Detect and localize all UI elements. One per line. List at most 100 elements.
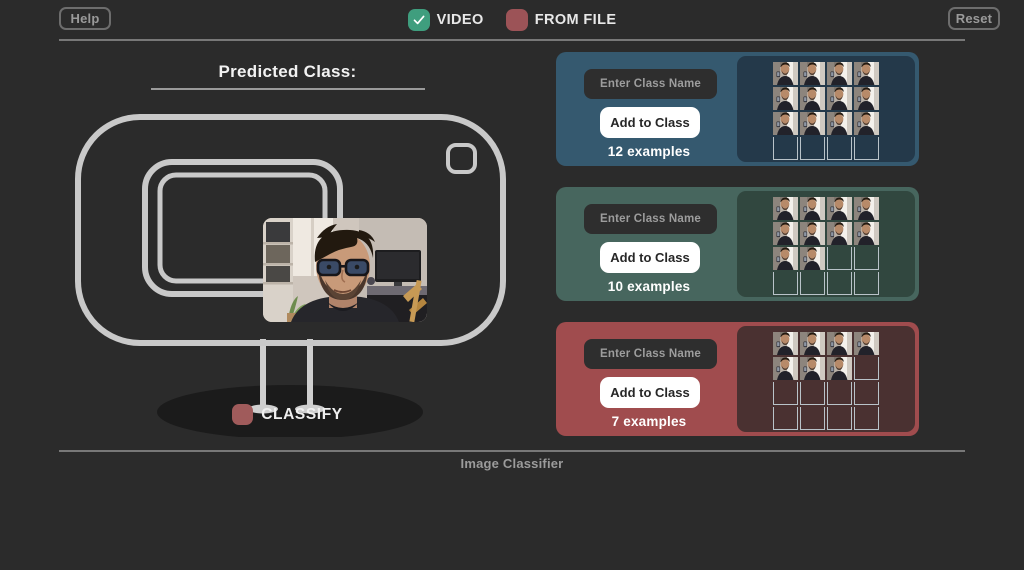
example-thumbnail[interactable] bbox=[827, 332, 852, 355]
example-thumbnail[interactable] bbox=[854, 222, 879, 245]
example-thumbnail-image bbox=[773, 62, 798, 85]
example-thumbnail[interactable] bbox=[800, 112, 825, 135]
webcam-frame bbox=[263, 218, 427, 322]
example-thumbnail[interactable] bbox=[773, 332, 798, 355]
example-thumbnail[interactable] bbox=[854, 197, 879, 220]
top-divider bbox=[59, 39, 965, 41]
example-thumbnail[interactable] bbox=[773, 247, 798, 270]
example-thumbnail-grid bbox=[773, 62, 879, 162]
class-controls: Enter Class Name Add to Class 12 examples bbox=[556, 52, 742, 166]
example-thumbnail[interactable] bbox=[800, 222, 825, 245]
example-empty-slot bbox=[800, 407, 825, 430]
example-thumbnail-image bbox=[854, 332, 879, 355]
predicted-class-divider bbox=[151, 88, 425, 90]
from-file-checkbox[interactable] bbox=[505, 9, 528, 31]
classify-button-label: CLASSIFY bbox=[261, 405, 343, 423]
example-empty-slot bbox=[773, 382, 798, 405]
example-empty-slot bbox=[827, 137, 852, 160]
example-thumbnail-image bbox=[773, 357, 798, 380]
example-empty-slot bbox=[800, 137, 825, 160]
class-panel: Enter Class Name Add to Class 10 examples bbox=[556, 187, 919, 301]
example-thumbnail[interactable] bbox=[800, 332, 825, 355]
example-thumbnail-image bbox=[800, 357, 825, 380]
example-thumbnail[interactable] bbox=[773, 357, 798, 380]
example-thumbnail[interactable] bbox=[854, 112, 879, 135]
example-empty-slot bbox=[827, 407, 852, 430]
example-thumbnail-image bbox=[854, 197, 879, 220]
webcam-preview[interactable] bbox=[263, 218, 427, 322]
example-thumbnail-image bbox=[827, 62, 852, 85]
example-thumbnail-image bbox=[800, 62, 825, 85]
example-thumbnail-image bbox=[854, 62, 879, 85]
mode-toggle-from-file[interactable]: FROM FILE bbox=[505, 9, 617, 31]
class-panel: Enter Class Name Add to Class 12 examples bbox=[556, 52, 919, 166]
class-name-input[interactable]: Enter Class Name bbox=[584, 69, 717, 99]
example-thumbnail-image bbox=[827, 87, 852, 110]
example-empty-slot bbox=[854, 137, 879, 160]
example-empty-slot bbox=[827, 382, 852, 405]
example-thumbnail[interactable] bbox=[773, 197, 798, 220]
reset-button[interactable]: Reset bbox=[948, 7, 1000, 30]
example-thumbnail[interactable] bbox=[854, 87, 879, 110]
check-icon bbox=[413, 15, 425, 25]
example-thumbnail[interactable] bbox=[854, 62, 879, 85]
example-thumbnail-image bbox=[773, 112, 798, 135]
example-thumbnail[interactable] bbox=[800, 357, 825, 380]
input-mode-group: VIDEO FROM FILE bbox=[0, 9, 1024, 31]
example-thumbnail[interactable] bbox=[800, 197, 825, 220]
class-controls: Enter Class Name Add to Class 7 examples bbox=[556, 322, 742, 436]
example-thumbnail[interactable] bbox=[773, 87, 798, 110]
classify-indicator-icon bbox=[232, 404, 254, 425]
example-thumbnails-container bbox=[737, 56, 915, 162]
example-thumbnail-image bbox=[773, 247, 798, 270]
example-thumbnail-image bbox=[773, 197, 798, 220]
example-thumbnails-container bbox=[737, 326, 915, 432]
example-thumbnail[interactable] bbox=[854, 332, 879, 355]
example-thumbnail[interactable] bbox=[800, 247, 825, 270]
machine-leg-right bbox=[307, 339, 313, 407]
classify-button[interactable]: CLASSIFY bbox=[60, 404, 515, 425]
machine-indicator-square bbox=[446, 143, 477, 174]
add-to-class-button[interactable]: Add to Class bbox=[600, 107, 700, 138]
example-empty-slot bbox=[854, 247, 879, 270]
top-toolbar: Help VIDEO FROM FILE Reset bbox=[0, 0, 1024, 40]
example-empty-slot bbox=[827, 247, 852, 270]
example-thumbnail-image bbox=[800, 222, 825, 245]
example-thumbnail[interactable] bbox=[773, 62, 798, 85]
example-thumbnail[interactable] bbox=[827, 222, 852, 245]
example-count-label: 7 examples bbox=[611, 414, 687, 429]
example-thumbnail[interactable] bbox=[827, 197, 852, 220]
example-count-label: 10 examples bbox=[607, 279, 691, 294]
mode-label-from-file: FROM FILE bbox=[534, 12, 617, 28]
example-thumbnail-image bbox=[854, 87, 879, 110]
footer-title: Image Classifier bbox=[460, 456, 564, 471]
example-thumbnail-image bbox=[800, 247, 825, 270]
example-thumbnail[interactable] bbox=[827, 112, 852, 135]
example-thumbnail[interactable] bbox=[800, 62, 825, 85]
example-thumbnail[interactable] bbox=[827, 357, 852, 380]
example-thumbnail-image bbox=[800, 197, 825, 220]
class-name-input[interactable]: Enter Class Name bbox=[584, 204, 717, 234]
example-empty-slot bbox=[773, 137, 798, 160]
example-thumbnail-image bbox=[827, 222, 852, 245]
example-empty-slot bbox=[773, 407, 798, 430]
mode-toggle-video[interactable]: VIDEO bbox=[407, 9, 484, 31]
example-empty-slot bbox=[827, 272, 852, 295]
example-thumbnail-grid bbox=[773, 197, 879, 297]
example-thumbnail-image bbox=[827, 197, 852, 220]
add-to-class-button[interactable]: Add to Class bbox=[600, 377, 700, 408]
example-thumbnail[interactable] bbox=[827, 87, 852, 110]
example-thumbnail-grid bbox=[773, 332, 879, 432]
example-empty-slot bbox=[773, 272, 798, 295]
example-thumbnail[interactable] bbox=[773, 112, 798, 135]
predicted-class-title: Predicted Class: bbox=[218, 62, 357, 81]
example-thumbnail[interactable] bbox=[800, 87, 825, 110]
add-to-class-button[interactable]: Add to Class bbox=[600, 242, 700, 273]
class-name-input[interactable]: Enter Class Name bbox=[584, 339, 717, 369]
machine-leg-left bbox=[260, 339, 266, 407]
example-thumbnail[interactable] bbox=[773, 222, 798, 245]
example-thumbnail[interactable] bbox=[827, 62, 852, 85]
example-thumbnail-image bbox=[827, 112, 852, 135]
video-checkbox[interactable] bbox=[407, 9, 430, 31]
example-empty-slot bbox=[854, 357, 879, 380]
